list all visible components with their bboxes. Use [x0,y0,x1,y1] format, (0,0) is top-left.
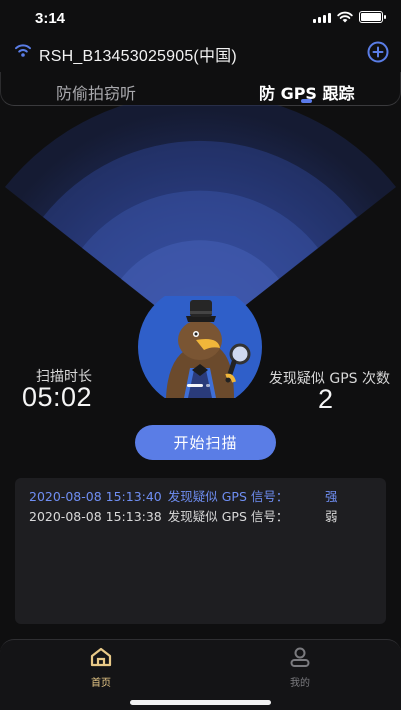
nav-home-label: 首页 [91,678,111,689]
network-name: RSH_B13453025905(中国) [39,48,237,65]
tab-anti-spy-camera[interactable]: 防偷拍窃听 [56,80,136,104]
profile-icon [290,647,310,667]
start-scan-button[interactable]: 开始扫描 [135,425,276,460]
log-entry: 2020-08-08 15:13:40 发现疑似 GPS 信号： 强 [29,487,386,507]
log-level: 强 [325,489,338,504]
gps-count-value: 2 [318,384,334,414]
wifi-status-icon [337,11,353,23]
status-time: 3:14 [35,10,66,27]
nav-profile[interactable]: 我的 [275,646,325,689]
add-icon[interactable] [367,41,389,63]
log-time: 2020-08-08 15:13:38 [29,509,162,524]
battery-icon [359,11,386,23]
scan-duration-value: 05:02 [22,382,93,412]
scan-log-panel: 2020-08-08 15:13:40 发现疑似 GPS 信号： 强 2020-… [15,478,386,624]
wifi-icon [15,44,31,57]
network-header: RSH_B13453025905(中国) [0,38,401,68]
log-level: 弱 [325,509,338,524]
status-bar: 3:14 [0,0,401,36]
status-icons [313,11,386,23]
log-entry: 2020-08-08 15:13:38 发现疑似 GPS 信号： 弱 [29,507,386,527]
log-text: 发现疑似 GPS 信号： [167,509,289,524]
detective-mascot-avatar [138,285,262,409]
home-indicator [130,700,271,705]
log-time: 2020-08-08 15:13:40 [29,489,162,504]
log-text: 发现疑似 GPS 信号： [167,489,289,504]
cellular-signal-icon [313,12,331,23]
tab-active-indicator [301,99,312,103]
home-icon [90,647,112,667]
nav-home[interactable]: 首页 [76,646,126,689]
nav-profile-label: 我的 [290,678,310,689]
tab-bar: 防偷拍窃听 防 GPS 跟踪 [0,72,401,106]
